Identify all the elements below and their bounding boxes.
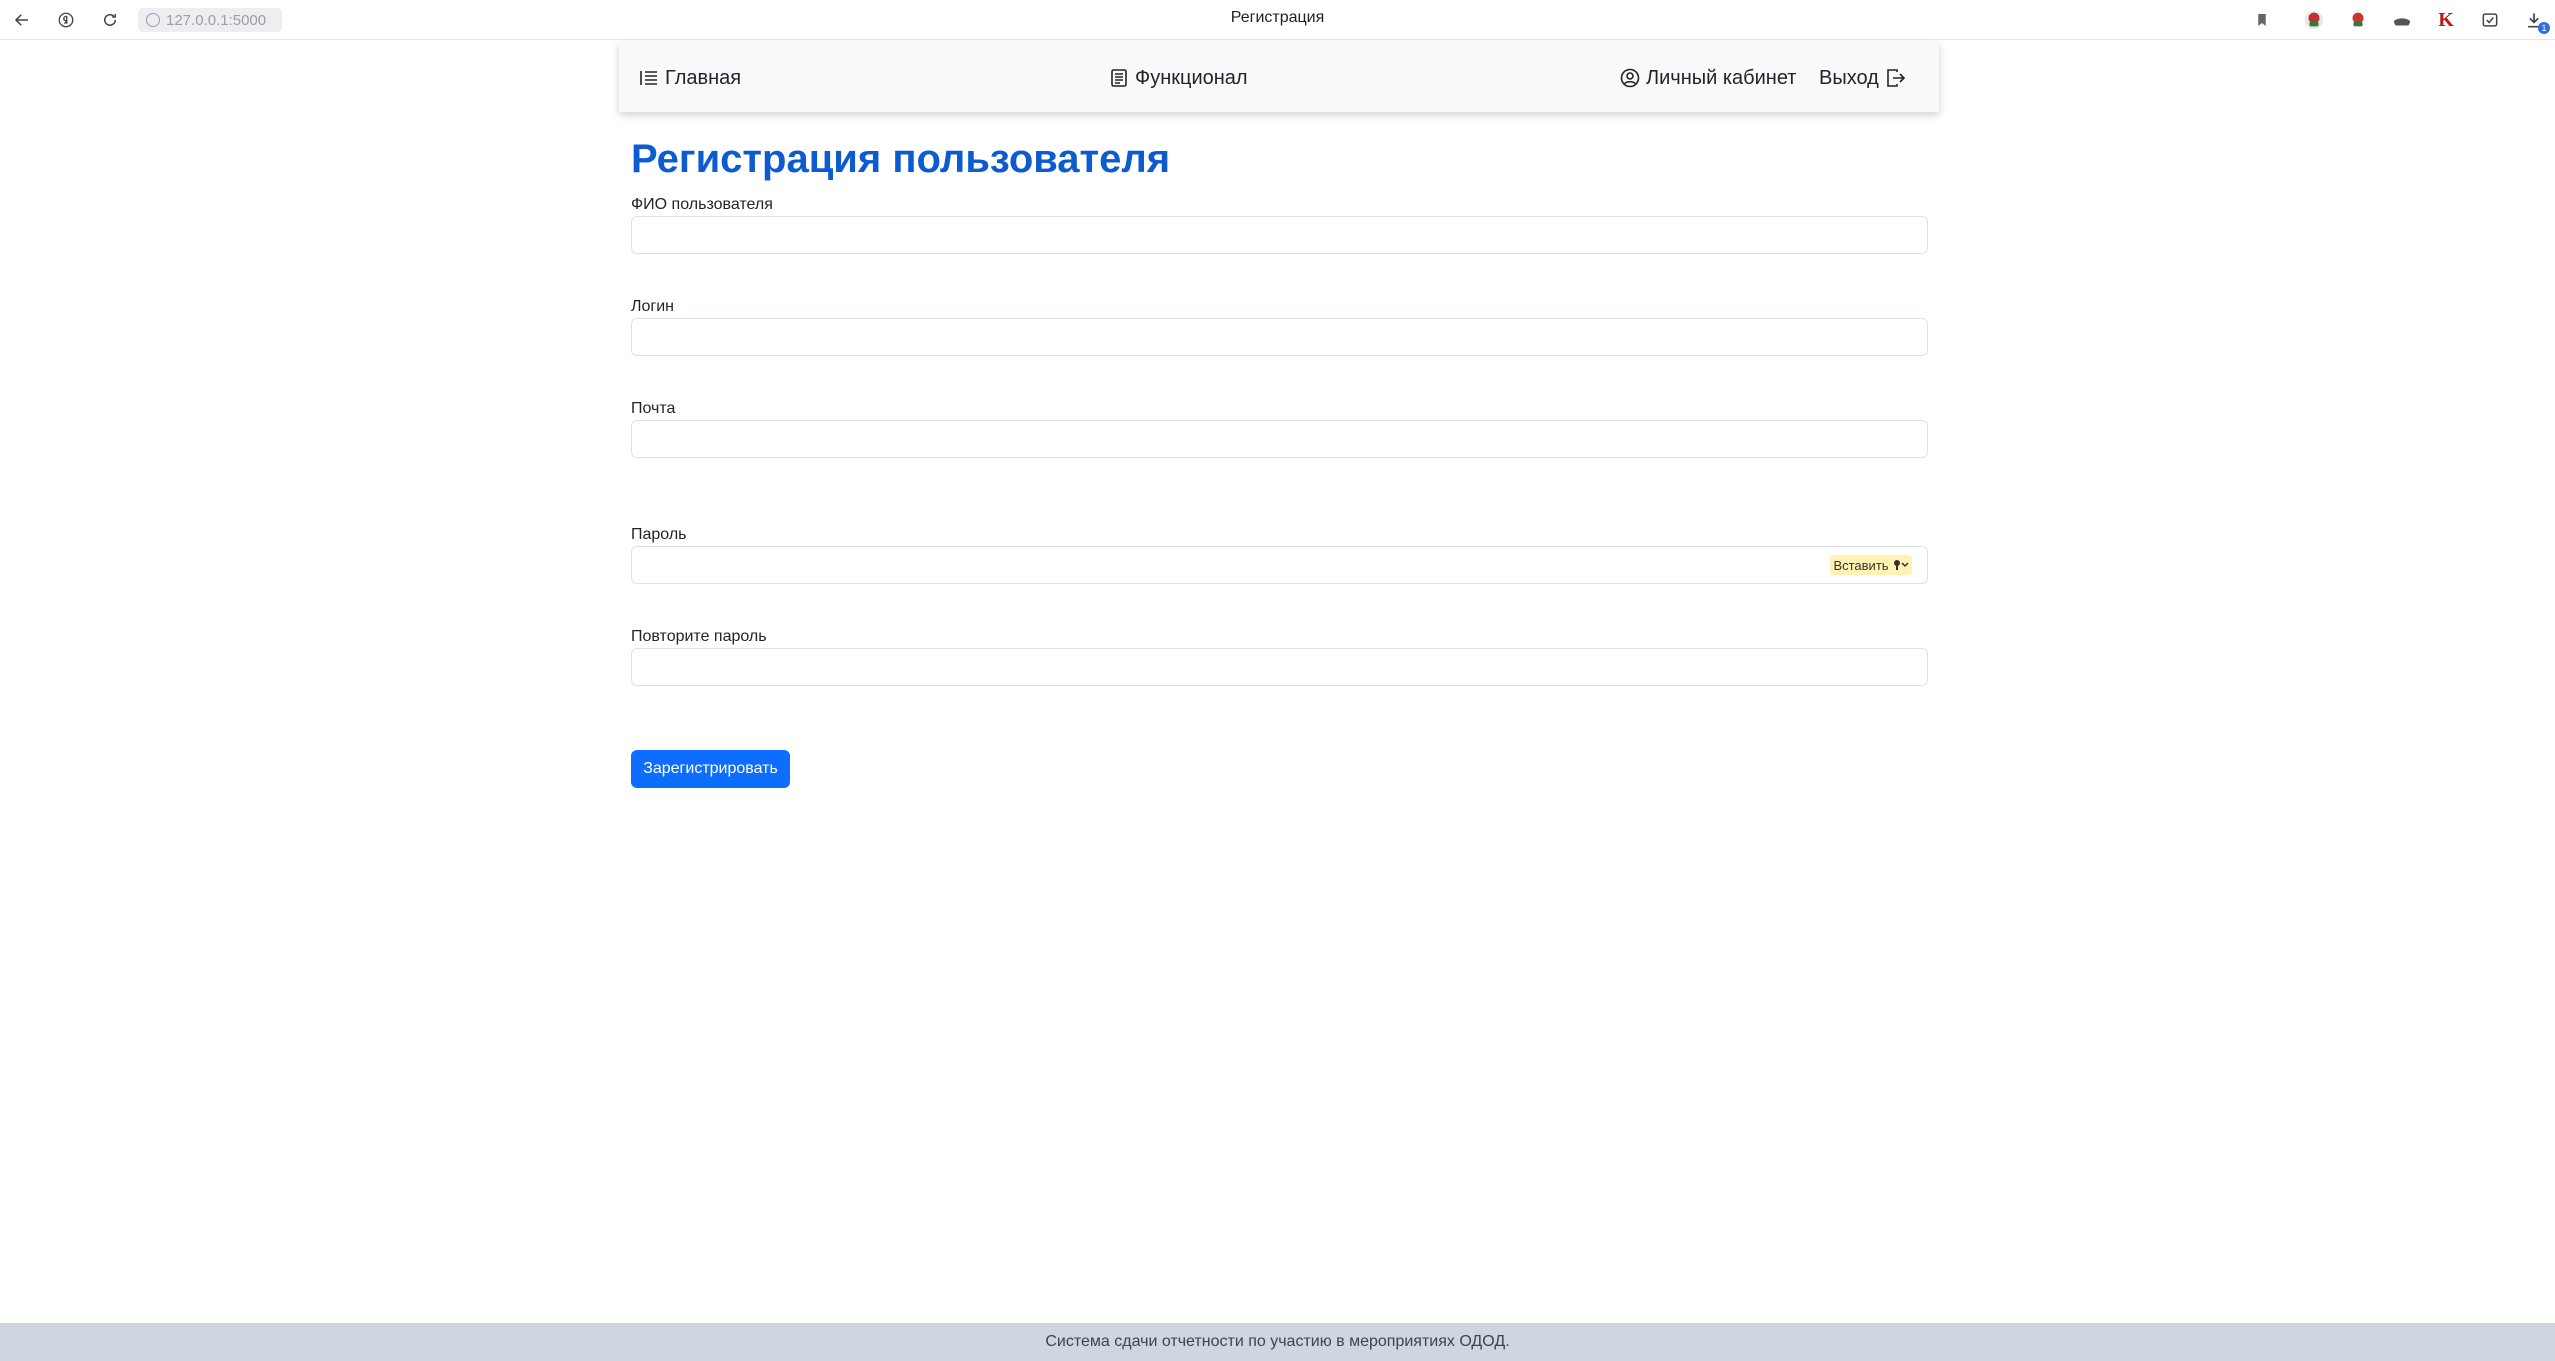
nav-logout-link[interactable]: Выход xyxy=(1819,64,1905,92)
kaspersky-icon[interactable]: K xyxy=(2434,8,2458,32)
nav-logout-label: Выход xyxy=(1819,66,1879,89)
download-icon[interactable]: 1 xyxy=(2522,8,2550,34)
bookmark-icon[interactable] xyxy=(2250,8,2274,32)
footer-text: Система сдачи отчетности по участию в ме… xyxy=(1045,1333,1510,1350)
logout-icon xyxy=(1887,69,1905,87)
extension-mascot-2-icon[interactable] xyxy=(2346,8,2370,32)
login-input[interactable] xyxy=(631,318,1928,356)
page-title: Регистрация пользователя xyxy=(631,137,1171,181)
site-navbar: Главная Функционал Личный кабинет Выход xyxy=(619,42,1939,112)
email-input[interactable] xyxy=(631,420,1928,458)
tab-title: Регистрация xyxy=(1230,9,1325,26)
password-paste-label: Вставить xyxy=(1833,557,1889,573)
repeat-password-label: Повторите пароль xyxy=(631,628,767,645)
email-label: Почта xyxy=(631,400,676,417)
nav-home-label: Главная xyxy=(665,66,742,89)
nav-home-link[interactable]: Главная xyxy=(639,64,741,92)
nav-account-label: Личный кабинет xyxy=(1646,66,1797,89)
browser-toolbar: 127.0.0.1:5000 Регистрация K 1 xyxy=(0,0,2555,40)
document-icon xyxy=(1111,69,1127,87)
nav-account-link[interactable]: Личный кабинет xyxy=(1620,64,1796,92)
fullname-input[interactable] xyxy=(631,216,1928,254)
reading-list-icon[interactable] xyxy=(2478,8,2502,32)
register-button[interactable]: Зарегистрировать xyxy=(631,750,790,788)
password-input[interactable] xyxy=(631,546,1928,584)
key-chevron-icon xyxy=(1893,560,1909,570)
download-count-badge: 1 xyxy=(2538,22,2550,34)
footer: Система сдачи отчетности по участию в ме… xyxy=(0,1323,2555,1361)
user-circle-icon xyxy=(1620,68,1640,88)
extension-mascot-icon[interactable] xyxy=(2302,8,2326,32)
password-paste-button[interactable]: Вставить xyxy=(1830,555,1912,575)
extension-hat-icon[interactable] xyxy=(2390,8,2414,32)
password-label: Пароль xyxy=(631,526,687,543)
list-icon xyxy=(640,71,657,85)
fullname-label: ФИО пользователя xyxy=(631,196,773,213)
login-label: Логин xyxy=(631,298,675,315)
nav-features-label: Функционал xyxy=(1135,66,1248,89)
nav-features-link[interactable]: Функционал xyxy=(1109,64,1248,92)
repeat-password-input[interactable] xyxy=(631,648,1928,686)
